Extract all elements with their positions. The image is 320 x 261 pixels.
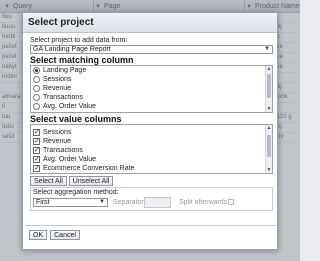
project-select[interactable]: GA Landing Page Report ▼ [30, 45, 273, 54]
aggregation-label: Select aggregation method: [33, 189, 119, 196]
checkbox-checked-icon[interactable]: ✓ [33, 138, 40, 145]
matching-option-transactions[interactable]: Transactions [31, 93, 272, 102]
radio-selected-icon[interactable] [33, 67, 40, 74]
separator-label: Separator [113, 199, 144, 206]
matching-column-list[interactable]: Landing Page Sessions Revenue Transactio… [30, 65, 273, 113]
aggregation-box: Select aggregation method: First ▼ Separ… [30, 187, 273, 211]
matching-option-landing-page[interactable]: Landing Page [31, 66, 272, 75]
footer-divider [25, 225, 276, 226]
matching-option-sessions[interactable]: Sessions [31, 75, 272, 84]
dialog-title: Select project [23, 13, 277, 33]
radio-icon[interactable] [33, 94, 40, 101]
checkbox-checked-icon[interactable]: ✓ [33, 165, 40, 172]
chevron-down-icon: ▼ [99, 199, 105, 205]
checkbox-checked-icon[interactable]: ✓ [33, 156, 40, 163]
value-option-avg-order-value[interactable]: ✓ Avg. Order Value [31, 155, 272, 164]
project-label: Select project to add data from: [30, 37, 128, 44]
scroll-up-icon[interactable]: ▲ [266, 66, 272, 72]
value-option-ecommerce-conversion-rate[interactable]: ✓ Ecommerce Conversion Rate [31, 164, 272, 173]
matching-list-scrollbar[interactable]: ▲ ▼ [265, 66, 272, 112]
matching-column-heading: Select matching column [30, 55, 134, 65]
aggregation-select-value: First [36, 199, 50, 206]
value-option-transactions[interactable]: ✓ Transactions [31, 146, 272, 155]
ok-button[interactable]: OK [29, 230, 48, 240]
dialog-content: Select project to add data from: GA Land… [30, 37, 273, 211]
project-select-value: GA Landing Page Report [33, 46, 111, 53]
scroll-down-icon[interactable]: ▼ [266, 167, 272, 173]
scrollbar-thumb[interactable] [267, 135, 271, 157]
cancel-button[interactable]: Cancel [50, 230, 80, 240]
checkbox-checked-icon[interactable]: ✓ [33, 129, 40, 136]
split-afterwards-label: Split afterwards [179, 199, 228, 206]
radio-icon[interactable] [33, 103, 40, 110]
radio-icon[interactable] [33, 76, 40, 83]
radio-icon[interactable] [33, 85, 40, 92]
unselect-all-button[interactable]: Unselect All [68, 176, 114, 186]
chevron-down-icon: ▼ [264, 46, 270, 52]
scrollbar-thumb[interactable] [267, 74, 271, 98]
select-project-dialog: Select project Select project to add dat… [22, 12, 278, 250]
scroll-up-icon[interactable]: ▲ [266, 125, 272, 131]
scroll-down-icon[interactable]: ▼ [266, 106, 272, 112]
value-list-scrollbar[interactable]: ▲ ▼ [265, 125, 272, 173]
value-columns-list[interactable]: ✓ Sessions ✓ Revenue ✓ Transactions ✓ Avg. O… [30, 124, 273, 174]
value-option-revenue[interactable]: ✓ Revenue [31, 137, 272, 146]
aggregation-select[interactable]: First ▼ [33, 198, 108, 207]
value-columns-heading: Select value columns [30, 114, 122, 124]
dialog-footer: OK Cancel [29, 230, 80, 240]
value-option-sessions[interactable]: ✓ Sessions [31, 128, 272, 137]
separator-input[interactable] [144, 197, 171, 208]
split-afterwards-checkbox[interactable] [228, 199, 234, 205]
selection-buttons: Select All Unselect All [30, 176, 273, 186]
checkbox-checked-icon[interactable]: ✓ [33, 147, 40, 154]
matching-option-avg-order-value[interactable]: Avg. Order Value [31, 102, 272, 111]
matching-option-revenue[interactable]: Revenue [31, 84, 272, 93]
select-all-button[interactable]: Select All [30, 176, 67, 186]
